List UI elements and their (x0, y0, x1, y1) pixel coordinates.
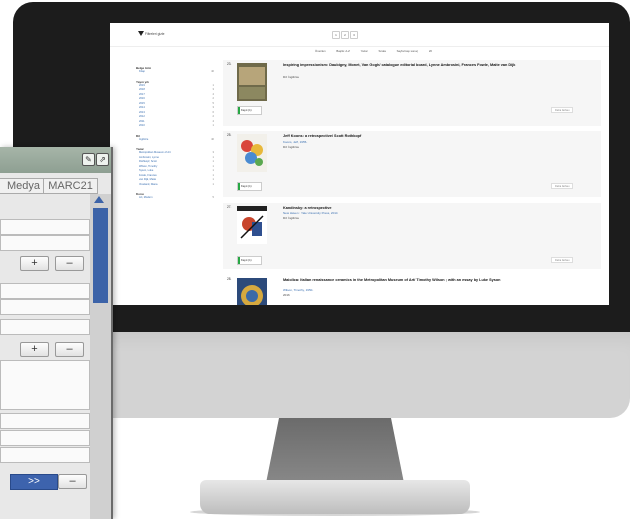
result-title[interactable]: Kandinsky: a retrospective (283, 206, 543, 211)
facet-item-count: 1 (212, 124, 214, 127)
monitor-stand-neck (265, 418, 405, 488)
book-cover-image[interactable] (237, 134, 267, 172)
external-link-icon[interactable]: ⇗ (96, 153, 109, 166)
available-indicator (238, 107, 240, 114)
result-title[interactable]: Jeff Koons: a retrospective/ Scott Rothk… (283, 134, 543, 139)
monitor-stand-base (200, 480, 470, 514)
panel-field[interactable] (0, 319, 90, 335)
panel-field[interactable] (0, 299, 90, 315)
result-language: Dil: İngilizce (283, 75, 300, 79)
facet-item-label: Art, Modern (139, 196, 153, 199)
facet-item-count: 40 (211, 137, 214, 141)
result-item: 23. Inspiring impressionism: Daubigny, M… (223, 60, 601, 126)
panel-textarea[interactable] (0, 360, 90, 410)
sort-option[interactable]: Yazar (361, 49, 368, 53)
sort-option[interactable]: Sayfa başı sonuç (397, 49, 418, 53)
panel-field[interactable] (0, 430, 90, 446)
edit-icon[interactable]: ✎ (82, 153, 95, 166)
result-title[interactable]: Maiolica: Italian renaissance ceramics i… (283, 278, 543, 283)
facet-sidebar: Belge türü Kitap 40 Yayın yılı 2019 1 2018 3 201… (136, 61, 214, 201)
tab-marc21[interactable]: MARC21 (43, 178, 98, 194)
result-item: 25. Jeff Koons: a retrospective/ Scott R… (223, 131, 601, 197)
panel-scrollbar[interactable] (90, 194, 111, 519)
add-button[interactable]: + (20, 342, 49, 357)
result-language: Dil: İngilizce (283, 216, 300, 220)
cataloguing-panel: ✎ ⇗ Medya MARC21 + – + – >> – (0, 147, 113, 519)
availability-button[interactable]: Kayıt (1) (237, 182, 262, 191)
result-item: 27. Kandinsky: a retrospective New Haven… (223, 203, 601, 269)
scroll-up-icon[interactable] (94, 196, 104, 203)
result-author[interactable]: Koons, Jeff, 1955- (283, 140, 307, 144)
remove-button[interactable]: – (55, 342, 84, 357)
book-cover-image[interactable] (237, 63, 267, 101)
pager-page-1[interactable]: 1 (332, 31, 340, 39)
monitor-screen: Filtreleri gizle 1 2 3 Önerilen Başlık: … (110, 23, 609, 305)
result-number: 28. (227, 277, 232, 281)
pager-page-2[interactable]: 2 (341, 31, 349, 39)
sort-option[interactable]: 20 (429, 49, 432, 53)
hide-filters-link[interactable]: Filtreleri gizle (145, 32, 164, 36)
panel-field[interactable] (0, 235, 90, 251)
facet-item-count: 40 (211, 70, 214, 73)
result-author[interactable]: Wilson, Timothy, 1950- (283, 288, 313, 292)
filter-icon[interactable] (138, 31, 144, 36)
search-topbar: Filtreleri gizle 1 2 3 (110, 23, 609, 47)
result-title[interactable]: Inspiring impressionism: Daubigny, Monet… (283, 63, 543, 68)
availability-button[interactable]: Kayıt (1) (237, 256, 262, 265)
facet-item-label: Kitap (139, 70, 145, 73)
result-number: 27. (227, 205, 232, 209)
tab-medya[interactable]: Medya (0, 178, 44, 194)
facet-item[interactable]: 2010 1 (136, 124, 214, 129)
availability-button[interactable]: Kayıt (1) (237, 106, 262, 115)
more-button[interactable]: Daha fazlası (551, 257, 574, 263)
add-button[interactable]: + (20, 256, 49, 271)
result-language: Dil: İngilizce (283, 145, 300, 149)
facet-item[interactable]: İngilizce 40 (136, 138, 214, 143)
facet-item-count: 5 (212, 196, 214, 199)
available-indicator (238, 183, 240, 190)
panel-field[interactable] (0, 413, 90, 429)
result-number: 23. (227, 62, 232, 66)
book-cover-image[interactable] (237, 278, 267, 305)
facet-item[interactable]: Kitap 40 (136, 70, 214, 75)
facet-item-label: 2010 (139, 124, 145, 127)
more-button[interactable]: Daha fazlası (551, 183, 574, 189)
book-cover-image[interactable] (237, 206, 267, 244)
facet-item-count: 1 (212, 182, 214, 186)
facet-item-label: İngilizce (139, 137, 149, 141)
available-indicator (238, 257, 240, 264)
facet-item-label: Vreeland, Diana (139, 182, 158, 186)
remove-button[interactable]: – (55, 256, 84, 271)
facet-item[interactable]: Vreeland, Diana 1 (136, 183, 214, 188)
forward-button[interactable]: >> (10, 474, 58, 490)
sort-option[interactable]: Önerilen (315, 49, 326, 53)
result-year: 2016 (283, 293, 290, 297)
panel-field[interactable] (0, 283, 90, 299)
more-button[interactable]: Daha fazlası (551, 107, 574, 113)
panel-titlebar: ✎ ⇗ (0, 147, 111, 173)
sort-option[interactable]: Sırala (379, 49, 386, 53)
facet-item[interactable]: Art, Modern 5 (136, 196, 214, 201)
scrollbar-thumb[interactable] (93, 208, 108, 303)
pager-page-3[interactable]: 3 (350, 31, 358, 39)
result-item: 28. Maiolica: Italian renaissance cerami… (223, 275, 601, 305)
sort-bar: Önerilen Başlık: A-Z Yazar Sırala Sayfa … (315, 49, 442, 53)
result-number: 25. (227, 133, 232, 137)
panel-field[interactable] (0, 447, 90, 463)
remove-button[interactable]: – (58, 474, 87, 489)
sort-option[interactable]: Başlık: A-Z (336, 49, 350, 53)
result-publisher[interactable]: New Haven : Yale University Press, 2014 (283, 211, 338, 215)
panel-field[interactable] (0, 219, 90, 235)
